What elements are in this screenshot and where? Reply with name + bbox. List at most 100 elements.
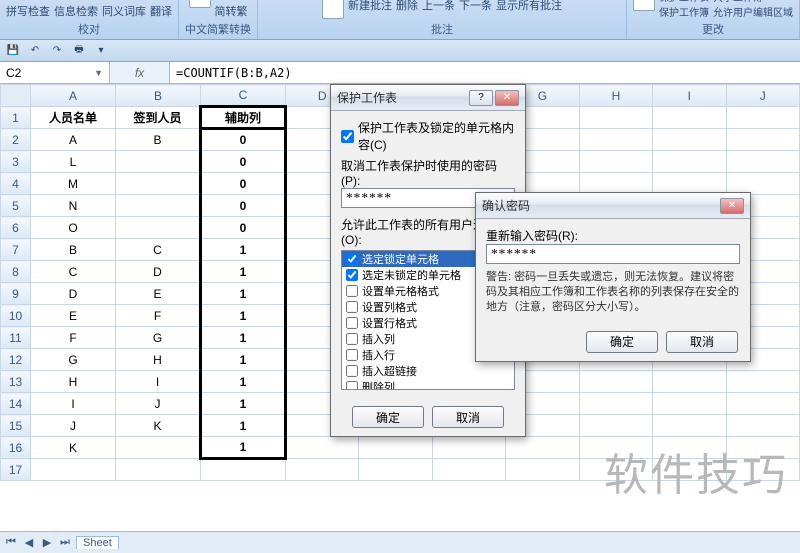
cell[interactable] — [726, 437, 799, 459]
qat-more-icon[interactable]: ▾ — [92, 42, 110, 60]
cell[interactable]: C — [31, 261, 116, 283]
close-button[interactable]: ✕ — [720, 198, 744, 214]
protect-content-checkbox-input[interactable] — [341, 130, 354, 143]
cell[interactable]: E — [116, 283, 201, 305]
fx-icon[interactable]: fx — [135, 66, 144, 80]
cmd-thesaurus[interactable]: 同义词库 — [102, 3, 146, 19]
cell[interactable] — [726, 107, 799, 129]
cell[interactable] — [653, 459, 726, 481]
cell[interactable] — [653, 415, 726, 437]
cell[interactable] — [506, 437, 579, 459]
chevron-down-icon[interactable]: ▼ — [94, 68, 103, 78]
cell[interactable]: L — [31, 151, 116, 173]
cell[interactable] — [31, 459, 116, 481]
column-header[interactable]: J — [726, 85, 799, 107]
qat-save-icon[interactable]: 💾 — [4, 42, 22, 60]
cell[interactable]: D — [31, 283, 116, 305]
close-button[interactable]: ✕ — [495, 90, 519, 106]
cell[interactable]: H — [31, 371, 116, 393]
help-button[interactable]: ? — [469, 90, 493, 106]
cell[interactable]: 1 — [201, 327, 286, 349]
qat-redo-icon[interactable]: ↷ — [48, 42, 66, 60]
column-header[interactable]: A — [31, 85, 116, 107]
cell[interactable] — [116, 195, 201, 217]
cell[interactable] — [432, 459, 505, 481]
tab-nav-first-icon[interactable]: ⏮ — [4, 536, 18, 549]
cell[interactable] — [653, 393, 726, 415]
cell[interactable]: 签到人员 — [116, 107, 201, 129]
row-header[interactable]: 6 — [1, 217, 31, 239]
column-header[interactable]: B — [116, 85, 201, 107]
column-header[interactable]: I — [653, 85, 726, 107]
cell[interactable]: B — [116, 129, 201, 151]
cell[interactable] — [579, 437, 652, 459]
permission-item[interactable]: 删除列 — [342, 379, 514, 390]
row-header[interactable]: 9 — [1, 283, 31, 305]
cell[interactable] — [579, 459, 652, 481]
cell[interactable] — [726, 371, 799, 393]
select-all-corner[interactable] — [1, 85, 31, 107]
cell[interactable]: 1 — [201, 239, 286, 261]
cmd-new-comment[interactable]: 新建批注 — [348, 0, 392, 13]
cmd-spellcheck[interactable]: 拼写检查 — [6, 3, 50, 19]
cell[interactable]: I — [116, 371, 201, 393]
row-header[interactable]: 15 — [1, 415, 31, 437]
row-header[interactable]: 5 — [1, 195, 31, 217]
cell[interactable] — [432, 437, 505, 459]
cell[interactable]: B — [31, 239, 116, 261]
permission-item[interactable]: 插入超链接 — [342, 363, 514, 379]
cell[interactable]: F — [31, 327, 116, 349]
cell[interactable]: 1 — [201, 349, 286, 371]
cell[interactable]: D — [116, 261, 201, 283]
sheet-tab[interactable]: Sheet — [76, 536, 119, 549]
cell[interactable]: N — [31, 195, 116, 217]
cell[interactable] — [201, 459, 286, 481]
name-box[interactable]: C2 ▼ — [0, 62, 110, 83]
cell[interactable] — [653, 107, 726, 129]
cell[interactable]: E — [31, 305, 116, 327]
cell[interactable] — [116, 217, 201, 239]
row-header[interactable]: 14 — [1, 393, 31, 415]
cell[interactable]: 0 — [201, 151, 286, 173]
cancel-button[interactable]: 取消 — [666, 331, 738, 353]
permission-checkbox[interactable] — [346, 253, 358, 265]
row-header[interactable]: 17 — [1, 459, 31, 481]
cell[interactable]: F — [116, 305, 201, 327]
qat-undo-icon[interactable]: ↶ — [26, 42, 44, 60]
cell[interactable] — [116, 437, 201, 459]
cell[interactable] — [116, 459, 201, 481]
ok-button[interactable]: 确定 — [352, 406, 424, 428]
cell[interactable]: I — [31, 393, 116, 415]
cell[interactable]: J — [31, 415, 116, 437]
simplify-icon[interactable] — [189, 0, 211, 8]
row-header[interactable]: 1 — [1, 107, 31, 129]
row-header[interactable]: 16 — [1, 437, 31, 459]
cell[interactable] — [653, 129, 726, 151]
tab-nav-last-icon[interactable]: ⏭ — [58, 536, 72, 549]
cell[interactable] — [286, 459, 359, 481]
row-header[interactable]: 13 — [1, 371, 31, 393]
cell[interactable] — [579, 371, 652, 393]
cell[interactable]: G — [31, 349, 116, 371]
permission-checkbox[interactable] — [346, 301, 358, 313]
cmd-protect-book[interactable]: 保护工作簿 — [659, 4, 709, 19]
new-comment-icon[interactable] — [322, 0, 344, 19]
cell[interactable]: K — [116, 415, 201, 437]
cell[interactable] — [653, 437, 726, 459]
cell[interactable] — [726, 415, 799, 437]
cmd-research[interactable]: 信息检索 — [54, 3, 98, 19]
permission-checkbox[interactable] — [346, 317, 358, 329]
cmd-prev-comment[interactable]: 上一条 — [422, 0, 455, 13]
cmd-to-traditional[interactable]: 简转繁 — [215, 3, 248, 19]
cell[interactable]: G — [116, 327, 201, 349]
cell[interactable] — [286, 437, 359, 459]
permission-checkbox[interactable] — [346, 381, 358, 390]
permission-checkbox[interactable] — [346, 365, 358, 377]
cell[interactable] — [359, 437, 432, 459]
tab-nav-prev-icon[interactable]: ◀ — [22, 536, 36, 549]
row-header[interactable]: 8 — [1, 261, 31, 283]
cell[interactable] — [506, 459, 579, 481]
cell[interactable]: 1 — [201, 305, 286, 327]
cell[interactable]: 0 — [201, 129, 286, 151]
cmd-to-simple[interactable]: 繁转简 — [215, 0, 248, 2]
